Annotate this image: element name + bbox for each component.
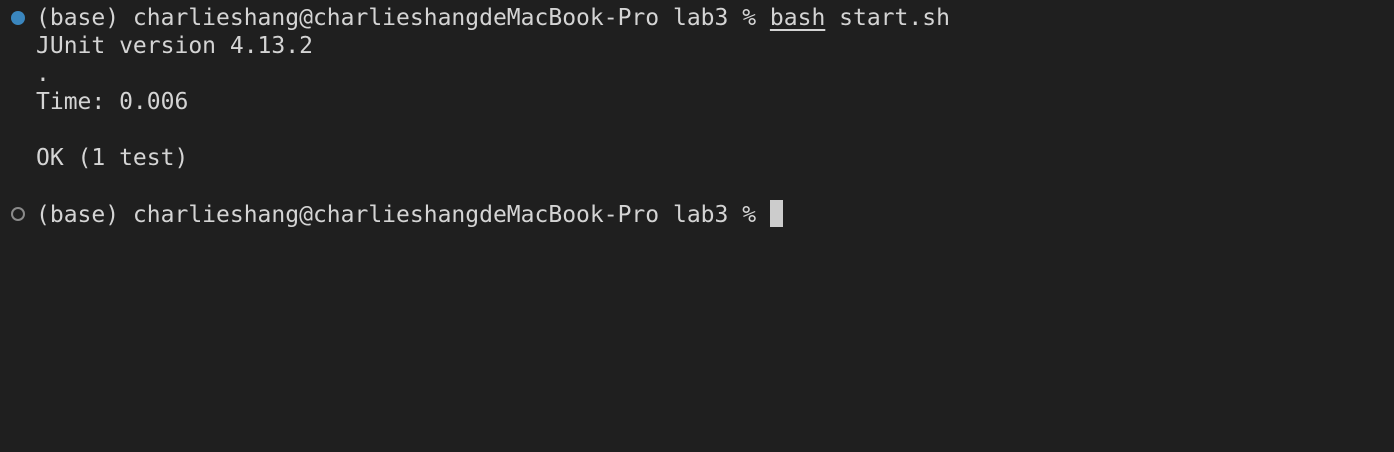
command-line-2[interactable]: (base) charlieshang@charlieshangdeMacBoo… — [36, 200, 783, 228]
output-junit-version: JUnit version 4.13.2 — [36, 33, 313, 59]
command-line-1: (base) charlieshang@charlieshangdeMacBoo… — [36, 4, 950, 32]
output-result: OK (1 test) — [36, 145, 189, 171]
prompt-text: (base) charlieshang@charlieshangdeMacBoo… — [36, 202, 770, 228]
cursor-block — [769, 200, 783, 227]
prompt-text: (base) charlieshang@charlieshangdeMacBoo… — [36, 5, 770, 31]
command-args: start.sh — [825, 5, 950, 31]
output-progress: . — [36, 61, 50, 87]
command-bash-link[interactable]: bash — [770, 5, 825, 31]
terminal-panel[interactable]: (base) charlieshang@charlieshangdeMacBoo… — [0, 0, 1394, 452]
command-success-decoration-icon[interactable] — [11, 11, 25, 25]
output-time: Time: 0.006 — [36, 89, 189, 115]
command-pending-decoration-icon[interactable] — [11, 207, 25, 221]
